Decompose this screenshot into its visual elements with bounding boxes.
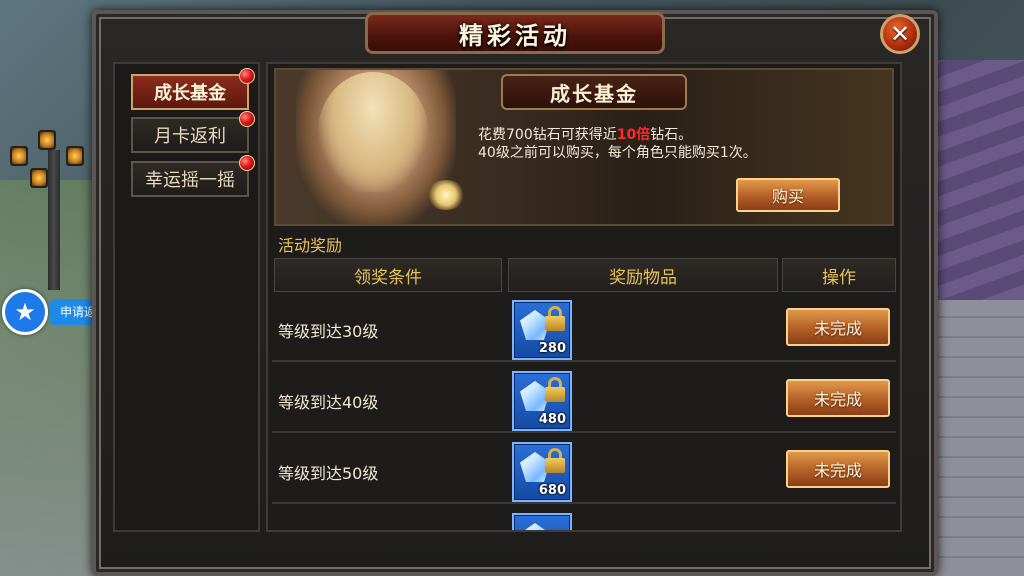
sidebar-item-label: 月卡返利 (154, 126, 226, 147)
lamp-icon (30, 168, 48, 188)
reward-item-slot[interactable]: 280 (512, 300, 572, 360)
sidebar-item-label: 成长基金 (154, 83, 226, 104)
notification-dot-icon (239, 155, 255, 171)
reward-row: 等级到达40级 480 未完成 (272, 365, 896, 433)
notification-dot-icon (239, 68, 255, 84)
activity-sidebar: 成长基金 月卡返利 幸运摇一摇 (113, 62, 260, 532)
column-header-condition: 领奖条件 (274, 258, 502, 292)
banner-desc-line2: 40级之前可以购买，每个角色只能购买1次。 (478, 145, 757, 161)
reward-row: 等级到达50级 680 未完成 (272, 436, 896, 504)
helper-star-icon[interactable]: ★ (2, 289, 48, 335)
banner-title: 成长基金 (501, 74, 687, 110)
window-title: 精彩活动 (365, 12, 665, 54)
lamp-icon (38, 130, 56, 150)
claim-status-button[interactable]: 未完成 (786, 450, 890, 488)
reward-condition: 等级到达30级 (278, 322, 379, 341)
reward-quantity: 280 (538, 341, 566, 356)
reward-item-slot[interactable]: 680 (512, 442, 572, 502)
reward-row-partial (272, 507, 896, 530)
reward-quantity: 680 (538, 483, 566, 498)
reward-condition: 等级到达50级 (278, 464, 379, 483)
sidebar-item-label: 幸运摇一摇 (145, 170, 235, 191)
notification-dot-icon (239, 111, 255, 127)
growth-fund-banner: 成长基金 花费700钻石可获得近10倍钻石。 40级之前可以购买，每个角色只能购… (274, 68, 894, 226)
lamp-icon (10, 146, 28, 166)
lock-icon (544, 448, 566, 474)
activity-content: 成长基金 花费700钻石可获得近10倍钻石。 40级之前可以购买，每个角色只能购… (266, 62, 902, 532)
lock-icon (544, 306, 566, 332)
diamond-icon (520, 523, 550, 530)
banner-description: 花费700钻石可获得近10倍钻石。 40级之前可以购买，每个角色只能购买1次。 (478, 126, 878, 162)
banner-desc-line1: 花费700钻石可获得近10倍钻石。 (478, 126, 878, 144)
desc-suffix: 钻石。 (650, 127, 693, 143)
reward-row: 等级到达30级 280 未完成 (272, 294, 896, 362)
column-header-action: 操作 (782, 258, 896, 292)
buy-button[interactable]: 购买 (736, 178, 840, 212)
claim-status-button[interactable]: 未完成 (786, 308, 890, 346)
portrait-orb (426, 180, 466, 210)
rewards-section-title: 活动奖励 (278, 236, 343, 255)
lock-icon (544, 377, 566, 403)
claim-status-button[interactable]: 未完成 (786, 379, 890, 417)
lamp-icon (66, 146, 84, 166)
sidebar-item-lucky-shake[interactable]: 幸运摇一摇 (131, 155, 255, 197)
reward-item-slot[interactable] (512, 513, 572, 530)
reward-item-slot[interactable]: 480 (512, 371, 572, 431)
column-header-reward: 奖励物品 (508, 258, 778, 292)
lamp-post (48, 150, 60, 290)
sidebar-item-growth-fund[interactable]: 成长基金 (131, 68, 255, 110)
close-button[interactable]: ✕ (880, 14, 920, 54)
portrait-hair (318, 72, 428, 192)
desc-prefix: 花费700钻石可获得近 (478, 127, 617, 143)
reward-quantity: 480 (538, 412, 566, 427)
reward-condition: 等级到达40级 (278, 393, 379, 412)
desc-highlight: 10倍 (616, 127, 651, 143)
heroine-portrait (296, 70, 466, 224)
sidebar-item-monthly-card[interactable]: 月卡返利 (131, 111, 255, 153)
